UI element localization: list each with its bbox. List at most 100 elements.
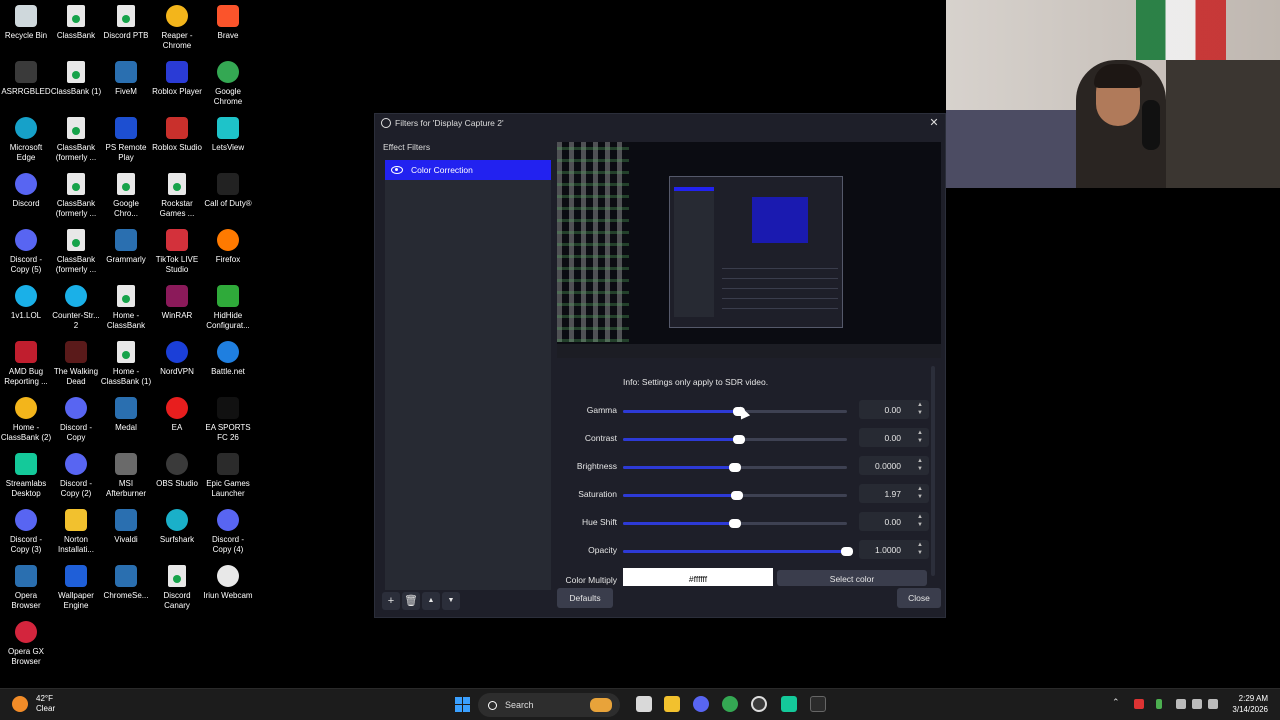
desktop-icon[interactable]: OBS Studio bbox=[151, 453, 203, 489]
spin-up-icon[interactable]: ▲ bbox=[915, 430, 925, 437]
slider-thumb[interactable] bbox=[729, 463, 741, 472]
spin-down-icon[interactable]: ▼ bbox=[915, 522, 925, 529]
speaker-icon[interactable] bbox=[1192, 699, 1202, 709]
network-icon[interactable] bbox=[1208, 699, 1218, 709]
desktop-icon[interactable]: Discord Canary bbox=[151, 565, 203, 611]
property-value[interactable]: 1.0000 bbox=[875, 545, 901, 555]
desktop-icon[interactable]: Discord - Copy (5) bbox=[0, 229, 52, 275]
spin-down-icon[interactable]: ▼ bbox=[915, 410, 925, 417]
desktop-icon[interactable]: AMD Bug Reporting ... bbox=[0, 341, 52, 387]
desktop-icon[interactable]: Roblox Studio bbox=[151, 117, 203, 153]
desktop-icon[interactable]: Discord - Copy bbox=[50, 397, 102, 443]
desktop-icon[interactable]: MSI Afterburner bbox=[100, 453, 152, 499]
desktop-icon[interactable]: Google Chrome bbox=[202, 61, 254, 107]
property-spinbox[interactable]: 0.00 ▲ ▼ bbox=[859, 400, 929, 419]
desktop-icon[interactable]: Rockstar Games ... bbox=[151, 173, 203, 219]
microphone-icon[interactable] bbox=[1156, 699, 1162, 709]
desktop-icon[interactable]: Opera GX Browser bbox=[0, 621, 52, 667]
desktop-icon[interactable]: Streamlabs Desktop bbox=[0, 453, 52, 499]
add-filter-button[interactable]: + bbox=[382, 592, 400, 610]
move-down-button[interactable]: ▼ bbox=[442, 592, 460, 610]
desktop-icon[interactable]: PS Remote Play bbox=[100, 117, 152, 163]
desktop-icon[interactable]: Discord - Copy (2) bbox=[50, 453, 102, 499]
task-view-icon[interactable] bbox=[636, 696, 652, 712]
move-up-button[interactable]: ▲ bbox=[422, 592, 440, 610]
desktop-icon[interactable]: Discord - Copy (3) bbox=[0, 509, 52, 555]
spin-down-icon[interactable]: ▼ bbox=[915, 466, 925, 473]
close-button[interactable]: Close bbox=[897, 588, 941, 608]
streamlabs-taskbar-icon[interactable] bbox=[781, 696, 797, 712]
desktop-icon[interactable]: Brave bbox=[202, 5, 254, 41]
desktop-icon[interactable]: EA SPORTS FC 26 bbox=[202, 397, 254, 443]
desktop-icon[interactable]: Discord PTB bbox=[100, 5, 152, 41]
spin-up-icon[interactable]: ▲ bbox=[915, 486, 925, 493]
desktop-icon[interactable]: Recycle Bin bbox=[0, 5, 52, 41]
weather-widget[interactable]: 42°F Clear bbox=[12, 694, 55, 714]
close-icon[interactable]: ✕ bbox=[927, 116, 941, 130]
property-value[interactable]: 0.00 bbox=[884, 433, 901, 443]
desktop-icon[interactable]: Google Chro... bbox=[100, 173, 152, 219]
property-spinbox[interactable]: 0.0000 ▲ ▼ bbox=[859, 456, 929, 475]
property-slider[interactable] bbox=[623, 491, 847, 500]
spin-down-icon[interactable]: ▼ bbox=[915, 550, 925, 557]
property-value[interactable]: 0.0000 bbox=[875, 461, 901, 471]
property-slider[interactable] bbox=[623, 463, 847, 472]
desktop-icon[interactable]: FiveM bbox=[100, 61, 152, 97]
property-slider[interactable] bbox=[623, 435, 847, 444]
remove-filter-button[interactable]: 🗑 bbox=[402, 592, 420, 610]
slider-thumb[interactable] bbox=[841, 547, 853, 556]
desktop-icon[interactable]: Call of Duty® bbox=[202, 173, 254, 209]
desktop-icon[interactable]: ChromeSe... bbox=[100, 565, 152, 601]
property-slider[interactable] bbox=[623, 407, 847, 416]
spin-up-icon[interactable]: ▲ bbox=[915, 458, 925, 465]
monitor-icon[interactable] bbox=[1176, 699, 1186, 709]
desktop-icon[interactable]: Roblox Player bbox=[151, 61, 203, 97]
chrome-taskbar-icon[interactable] bbox=[722, 696, 738, 712]
desktop-icon[interactable]: Home - ClassBank (2) bbox=[0, 397, 52, 443]
spin-down-icon[interactable]: ▼ bbox=[915, 494, 925, 501]
desktop-icon[interactable]: Medal bbox=[100, 397, 152, 433]
desktop-icon[interactable]: LetsView bbox=[202, 117, 254, 153]
desktop-icon[interactable]: ClassBank (formerly ... bbox=[50, 229, 102, 275]
desktop-icon[interactable]: Iriun Webcam bbox=[202, 565, 254, 601]
desktop-icon[interactable]: Discord bbox=[0, 173, 52, 209]
desktop-icon[interactable]: Opera Browser bbox=[0, 565, 52, 611]
desktop-icon[interactable]: ClassBank (formerly ... bbox=[50, 117, 102, 163]
app-taskbar-icon[interactable] bbox=[810, 696, 826, 712]
spin-up-icon[interactable]: ▲ bbox=[915, 542, 925, 549]
desktop-icon[interactable]: Discord - Copy (4) bbox=[202, 509, 254, 555]
eye-icon[interactable] bbox=[391, 166, 403, 174]
property-slider[interactable] bbox=[623, 547, 853, 556]
desktop-icon[interactable]: The Walking Dead bbox=[50, 341, 102, 387]
taskbar-search[interactable]: Search bbox=[478, 693, 620, 717]
property-value[interactable]: 1.97 bbox=[884, 489, 901, 499]
desktop-icon[interactable]: WinRAR bbox=[151, 285, 203, 321]
desktop-icon[interactable]: Epic Games Launcher bbox=[202, 453, 254, 499]
property-spinbox[interactable]: 0.00 ▲ ▼ bbox=[859, 512, 929, 531]
file-explorer-icon[interactable] bbox=[664, 696, 680, 712]
desktop-icon[interactable]: Firefox bbox=[202, 229, 254, 265]
filter-item-color-correction[interactable]: Color Correction bbox=[385, 160, 551, 180]
desktop-icon[interactable]: Microsoft Edge bbox=[0, 117, 52, 163]
desktop-icon[interactable]: Vivaldi bbox=[100, 509, 152, 545]
start-button-icon[interactable] bbox=[455, 697, 470, 712]
desktop-icon[interactable]: ClassBank (formerly ... bbox=[50, 173, 102, 219]
properties-scrollbar[interactable] bbox=[931, 366, 935, 576]
desktop-icon[interactable]: HidHide Configurat... bbox=[202, 285, 254, 331]
property-spinbox[interactable]: 1.0000 ▲ ▼ bbox=[859, 540, 929, 559]
desktop-icon[interactable]: ClassBank (1) bbox=[50, 61, 102, 97]
slider-thumb[interactable] bbox=[729, 519, 741, 528]
desktop-icon[interactable]: ClassBank bbox=[50, 5, 102, 41]
desktop-icon[interactable]: Reaper - Chrome bbox=[151, 5, 203, 51]
desktop-icon[interactable]: Counter-Str... 2 bbox=[50, 285, 102, 331]
desktop-icon[interactable]: Wallpaper Engine bbox=[50, 565, 102, 611]
spin-up-icon[interactable]: ▲ bbox=[915, 514, 925, 521]
desktop-icon[interactable]: Battle.net bbox=[202, 341, 254, 377]
property-slider[interactable] bbox=[623, 519, 847, 528]
desktop-icon[interactable]: ASRRGBLED bbox=[0, 61, 52, 97]
select-color-button[interactable]: Select color bbox=[777, 570, 927, 586]
defaults-button[interactable]: Defaults bbox=[557, 588, 613, 608]
desktop-icon[interactable]: EA bbox=[151, 397, 203, 433]
tray-app-icon[interactable] bbox=[1134, 699, 1144, 709]
tray-overflow-icon[interactable]: ⌃ bbox=[1112, 697, 1122, 707]
